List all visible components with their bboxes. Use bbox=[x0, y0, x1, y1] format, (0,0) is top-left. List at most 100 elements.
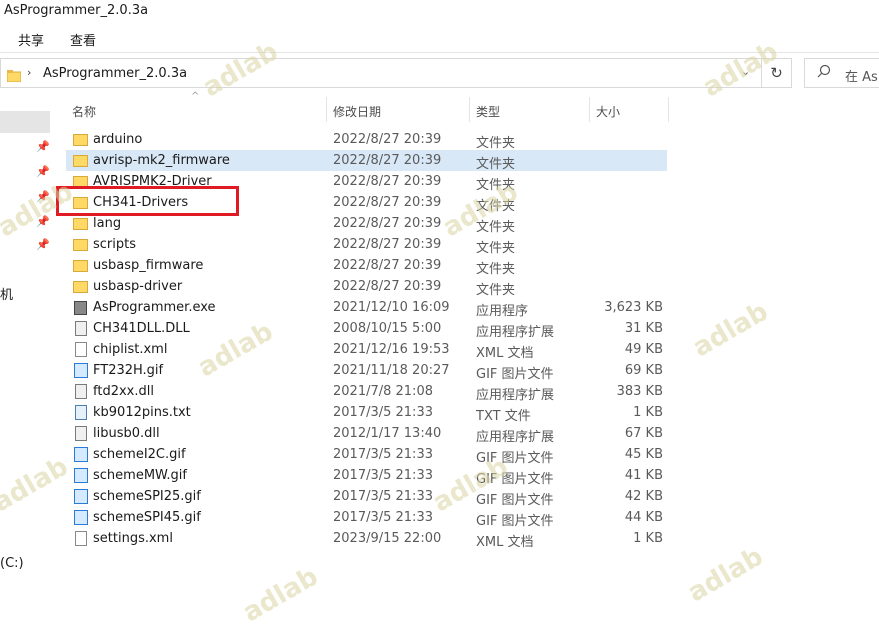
file-name[interactable]: scripts bbox=[93, 237, 136, 252]
file-size: 45 KB bbox=[624, 447, 663, 462]
file-date: 2017/3/5 21:33 bbox=[333, 405, 433, 420]
window-titlebar: AsProgrammer_2.0.3a bbox=[0, 0, 879, 22]
file-name[interactable]: schemeMW.gif bbox=[93, 468, 187, 483]
tab-view[interactable]: 查看 bbox=[70, 30, 96, 49]
file-row[interactable]: usbasp-driver 2022/8/27 20:39 文件夹 bbox=[66, 276, 667, 298]
search-input[interactable]: 在 AsP bbox=[804, 58, 879, 88]
file-date: 2017/3/5 21:33 bbox=[333, 510, 433, 525]
file-type: 应用程序扩展 bbox=[476, 325, 555, 340]
file-row[interactable]: lang 2022/8/27 20:39 文件夹 bbox=[66, 213, 667, 235]
folder-icon bbox=[73, 153, 88, 168]
file-name[interactable]: arduino bbox=[93, 132, 142, 147]
file-name[interactable]: lang bbox=[93, 216, 121, 231]
column-divider[interactable] bbox=[469, 97, 470, 122]
file-size: 1 KB bbox=[633, 405, 663, 420]
file-date: 2023/9/15 22:00 bbox=[333, 531, 442, 546]
column-header-date[interactable]: 修改日期 bbox=[333, 103, 381, 120]
file-name[interactable]: avrisp-mk2_firmware bbox=[93, 153, 230, 168]
file-row[interactable]: ftd2xx.dll 2021/7/8 21:08 应用程序扩展 383 KB bbox=[66, 381, 667, 403]
file-name[interactable]: FT232H.gif bbox=[93, 363, 163, 378]
file-row[interactable]: chiplist.xml 2021/12/16 19:53 XML 文档 49 KB bbox=[66, 339, 667, 361]
file-row[interactable]: schemeMW.gif 2017/3/5 21:33 GIF 图片文件 41 KB bbox=[66, 465, 667, 487]
file-row[interactable]: AsProgrammer.exe 2021/12/10 16:09 应用程序 3,62… bbox=[66, 297, 667, 319]
file-name[interactable]: libusb0.dll bbox=[93, 426, 160, 441]
file-date: 2017/3/5 21:33 bbox=[333, 468, 433, 483]
file-date: 2022/8/27 20:39 bbox=[333, 153, 442, 168]
file-name[interactable]: CH341DLL.DLL bbox=[93, 321, 190, 336]
column-header-size[interactable]: 大小 bbox=[596, 103, 620, 120]
dll-icon bbox=[73, 384, 88, 399]
file-row[interactable]: kb9012pins.txt 2017/3/5 21:33 TXT 文件 1 KB bbox=[66, 402, 667, 424]
column-divider[interactable] bbox=[589, 97, 590, 122]
column-header-name[interactable]: 名称 bbox=[72, 103, 96, 120]
folder-icon bbox=[73, 132, 88, 147]
file-date: 2012/1/17 13:40 bbox=[333, 426, 442, 441]
file-type: 文件夹 bbox=[476, 262, 516, 277]
file-row[interactable]: scripts 2022/8/27 20:39 文件夹 bbox=[66, 234, 667, 256]
watermark-text: adlab bbox=[237, 561, 324, 628]
nav-item-computer[interactable]: 机 bbox=[0, 284, 13, 303]
file-type: 应用程序扩展 bbox=[476, 430, 555, 445]
file-name[interactable]: usbasp_firmware bbox=[93, 258, 203, 273]
document-icon bbox=[73, 342, 88, 357]
watermark-text: adlab bbox=[687, 296, 774, 364]
file-type: TXT 文件 bbox=[476, 409, 531, 424]
file-date: 2022/8/27 20:39 bbox=[333, 195, 442, 210]
file-name[interactable]: ftd2xx.dll bbox=[93, 384, 154, 399]
file-name[interactable]: AsProgrammer.exe bbox=[93, 300, 216, 315]
file-type: GIF 图片文件 bbox=[476, 514, 554, 529]
file-row[interactable]: arduino 2022/8/27 20:39 文件夹 bbox=[66, 129, 667, 151]
file-size: 1 KB bbox=[633, 531, 663, 546]
file-row[interactable]: avrisp-mk2_firmware 2022/8/27 20:39 文件夹 bbox=[66, 150, 667, 172]
file-name[interactable]: schemeI2C.gif bbox=[93, 447, 186, 462]
file-name[interactable]: kb9012pins.txt bbox=[93, 405, 191, 420]
file-date: 2021/11/18 20:27 bbox=[333, 363, 450, 378]
file-name[interactable]: schemeSPI45.gif bbox=[93, 510, 201, 525]
file-date: 2022/8/27 20:39 bbox=[333, 216, 442, 231]
file-name[interactable]: usbasp-driver bbox=[93, 279, 182, 294]
image-icon bbox=[73, 447, 88, 462]
pin-icon: 📌 bbox=[36, 140, 50, 153]
column-header-type[interactable]: 类型 bbox=[476, 103, 500, 120]
file-row[interactable]: settings.xml 2023/9/15 22:00 XML 文档 1 KB bbox=[66, 528, 667, 550]
file-size: 44 KB bbox=[624, 510, 663, 525]
file-name[interactable]: schemeSPI25.gif bbox=[93, 489, 201, 504]
nav-item-drive-c[interactable]: (C:) bbox=[0, 556, 24, 571]
file-type: XML 文档 bbox=[476, 535, 534, 550]
file-type: 文件夹 bbox=[476, 283, 516, 298]
file-date: 2022/8/27 20:39 bbox=[333, 174, 442, 189]
tab-share[interactable]: 共享 bbox=[18, 30, 44, 49]
folder-icon bbox=[6, 67, 22, 86]
window-title: AsProgrammer_2.0.3a bbox=[4, 3, 149, 18]
file-size: 49 KB bbox=[624, 342, 663, 357]
dll-icon bbox=[73, 426, 88, 441]
column-divider[interactable] bbox=[668, 97, 669, 122]
address-path[interactable]: AsProgrammer_2.0.3a bbox=[43, 66, 187, 81]
file-date: 2008/10/15 5:00 bbox=[333, 321, 442, 336]
file-type: 文件夹 bbox=[476, 241, 516, 256]
chevron-right-icon[interactable]: › bbox=[27, 66, 31, 79]
file-row[interactable]: schemeSPI25.gif 2017/3/5 21:33 GIF 图片文件 42 … bbox=[66, 486, 667, 508]
file-row[interactable]: CH341DLL.DLL 2008/10/15 5:00 应用程序扩展 31 KB bbox=[66, 318, 667, 340]
file-name[interactable]: chiplist.xml bbox=[93, 342, 167, 357]
search-placeholder: 在 AsP bbox=[845, 70, 879, 85]
file-date: 2021/12/16 19:53 bbox=[333, 342, 450, 357]
address-bar[interactable]: › AsProgrammer_2.0.3a ⌄ bbox=[0, 58, 762, 88]
file-type: 文件夹 bbox=[476, 157, 516, 172]
file-row[interactable]: FT232H.gif 2021/11/18 20:27 GIF 图片文件 69 KB bbox=[66, 360, 667, 382]
image-icon bbox=[73, 363, 88, 378]
folder-icon bbox=[73, 258, 88, 273]
file-row[interactable]: schemeI2C.gif 2017/3/5 21:33 GIF 图片文件 45 KB bbox=[66, 444, 667, 466]
file-date: 2022/8/27 20:39 bbox=[333, 258, 442, 273]
pin-icon: 📌 bbox=[36, 165, 50, 178]
file-row[interactable]: schemeSPI45.gif 2017/3/5 21:33 GIF 图片文件 44 … bbox=[66, 507, 667, 529]
exe-icon bbox=[73, 300, 88, 315]
file-row[interactable]: usbasp_firmware 2022/8/27 20:39 文件夹 bbox=[66, 255, 667, 277]
file-row[interactable]: libusb0.dll 2012/1/17 13:40 应用程序扩展 67 KB bbox=[66, 423, 667, 445]
highlight-box bbox=[56, 186, 239, 216]
file-date: 2022/8/27 20:39 bbox=[333, 237, 442, 252]
column-divider[interactable] bbox=[326, 97, 327, 122]
file-name[interactable]: settings.xml bbox=[93, 531, 173, 546]
file-date: 2017/3/5 21:33 bbox=[333, 489, 433, 504]
nav-selected-item[interactable] bbox=[0, 111, 50, 133]
